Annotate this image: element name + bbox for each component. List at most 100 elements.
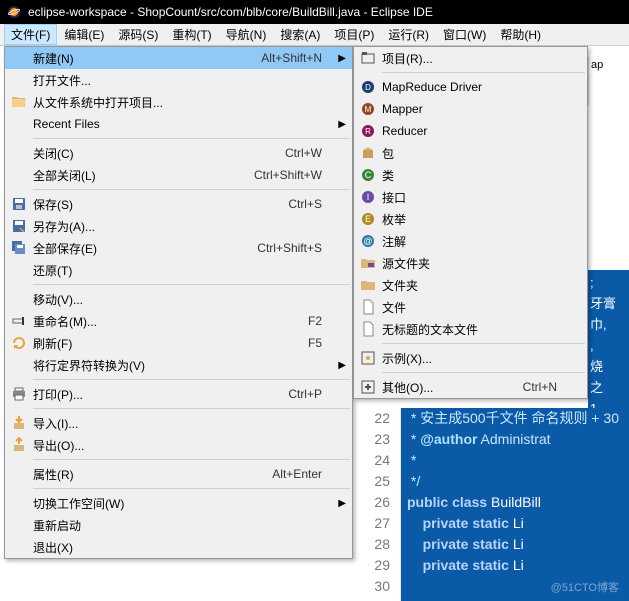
code-fragment-line: ; [590, 272, 627, 293]
code-line[interactable]: * @author Administrat [401, 429, 629, 450]
file-menu-separator [33, 189, 350, 190]
code-lines[interactable]: * 安主成500千文件 命名规则 + 30 * @author Administ… [401, 408, 629, 601]
svg-text:D: D [365, 83, 371, 92]
menu-item-shortcut: Ctrl+Shift+S [257, 241, 328, 255]
code-line[interactable]: private static Li [401, 513, 629, 534]
other-icon [356, 376, 380, 398]
code-fragment-line: 巾, [590, 314, 627, 335]
file-menu-item-20[interactable]: 导入(I)... [5, 412, 352, 434]
save-icon [7, 193, 31, 215]
file-menu-item-0[interactable]: 新建(N)Alt+Shift+N▶ [5, 47, 352, 69]
new-submenu-item-5[interactable]: 包 [354, 142, 587, 164]
menubar-item-0[interactable]: 文件(F) [4, 24, 57, 45]
menubar-item-4[interactable]: 导航(N) [219, 24, 274, 45]
blank-icon [7, 259, 31, 281]
file-menu-separator [33, 379, 350, 380]
menubar-item-7[interactable]: 运行(R) [381, 24, 436, 45]
enum-icon: E [356, 208, 380, 230]
file-menu-item-8[interactable]: 保存(S)Ctrl+S [5, 193, 352, 215]
new-submenu-item-0[interactable]: 项目(R)... [354, 47, 587, 69]
code-fragment-right: ;牙膏巾,,烧之1 [588, 270, 629, 408]
new-submenu-item-12[interactable]: 文件 [354, 296, 587, 318]
file-menu-item-9[interactable]: 另存为(A)... [5, 215, 352, 237]
menu-item-label: 项目(R)... [380, 50, 563, 67]
blank-icon [7, 536, 31, 558]
menubar-item-5[interactable]: 搜索(A) [273, 24, 327, 45]
file-menu-item-18[interactable]: 打印(P)...Ctrl+P [5, 383, 352, 405]
new-submenu-item-17[interactable]: 其他(O)...Ctrl+N [354, 376, 587, 398]
file-menu-item-10[interactable]: 全部保存(E)Ctrl+Shift+S [5, 237, 352, 259]
menu-item-label: 重新启动 [31, 517, 328, 534]
file-menu-item-3[interactable]: Recent Files▶ [5, 113, 352, 135]
menubar-item-8[interactable]: 窗口(W) [436, 24, 493, 45]
file-icon [356, 296, 380, 318]
submenu-arrow-icon: ▶ [338, 360, 346, 371]
menubar-item-2[interactable]: 源码(S) [111, 24, 165, 45]
save-as-icon [7, 215, 31, 237]
menu-item-label: 全部关闭(L) [31, 167, 254, 184]
save-all-icon [7, 237, 31, 259]
folder-icon [356, 274, 380, 296]
file-menu: 新建(N)Alt+Shift+N▶打开文件...从文件系统中打开项目...Rec… [4, 46, 353, 559]
file-menu-item-2[interactable]: 从文件系统中打开项目... [5, 91, 352, 113]
new-submenu-item-9[interactable]: @注解 [354, 230, 587, 252]
refresh-icon [7, 332, 31, 354]
menubar-item-1[interactable]: 编辑(E) [57, 24, 111, 45]
menu-item-label: 包 [380, 145, 563, 162]
file-menu-item-16[interactable]: 将行定界符转换为(V)▶ [5, 354, 352, 376]
new-submenu-item-8[interactable]: E枚举 [354, 208, 587, 230]
menu-item-shortcut: F2 [308, 314, 328, 328]
source-folder-icon [356, 252, 380, 274]
new-submenu-separator [382, 372, 585, 373]
file-menu-item-6[interactable]: 全部关闭(L)Ctrl+Shift+W [5, 164, 352, 186]
eclipse-logo-icon [6, 4, 22, 20]
menubar-item-3[interactable]: 重构(T) [165, 24, 218, 45]
menu-item-label: Recent Files [31, 117, 328, 131]
code-editor[interactable]: 222324252627282930 * 安主成500千文件 命名规则 + 30… [353, 408, 629, 601]
file-menu-item-13[interactable]: 移动(V)... [5, 288, 352, 310]
editor-tab-partial: ap [588, 57, 629, 105]
new-submenu-item-2[interactable]: DMapReduce Driver [354, 76, 587, 98]
new-submenu-item-6[interactable]: C类 [354, 164, 587, 186]
file-menu-item-25[interactable]: 切换工作空间(W)▶ [5, 492, 352, 514]
menu-item-label: 刷新(F) [31, 335, 308, 352]
menu-item-label: 退出(X) [31, 539, 328, 556]
line-number: 25 [353, 471, 390, 492]
file-menu-item-14[interactable]: 重命名(M)...F2 [5, 310, 352, 332]
file-menu-item-11[interactable]: 还原(T) [5, 259, 352, 281]
new-submenu-item-4[interactable]: RReducer [354, 120, 587, 142]
new-submenu-item-10[interactable]: 源文件夹 [354, 252, 587, 274]
menu-item-label: 关闭(C) [31, 145, 285, 162]
new-submenu-item-15[interactable]: 示例(X)... [354, 347, 587, 369]
file-menu-item-26[interactable]: 重新启动 [5, 514, 352, 536]
menubar-item-9[interactable]: 帮助(H) [493, 24, 548, 45]
svg-text:I: I [367, 192, 370, 202]
code-line[interactable]: * 安主成500千文件 命名规则 + 30 [401, 408, 629, 429]
new-submenu-item-11[interactable]: 文件夹 [354, 274, 587, 296]
file-menu-item-15[interactable]: 刷新(F)F5 [5, 332, 352, 354]
menu-item-label: 接口 [380, 189, 563, 206]
file-menu-item-5[interactable]: 关闭(C)Ctrl+W [5, 142, 352, 164]
blank-icon [7, 463, 31, 485]
new-submenu-item-13[interactable]: 无标题的文本文件 [354, 318, 587, 340]
code-line[interactable]: private static Li [401, 534, 629, 555]
file-menu-item-1[interactable]: 打开文件... [5, 69, 352, 91]
code-line[interactable]: * [401, 450, 629, 471]
menubar: 文件(F)编辑(E)源码(S)重构(T)导航(N)搜索(A)项目(P)运行(R)… [0, 24, 629, 46]
menubar-item-6[interactable]: 项目(P) [327, 24, 381, 45]
code-line[interactable]: */ [401, 471, 629, 492]
file-menu-item-27[interactable]: 退出(X) [5, 536, 352, 558]
svg-text:C: C [365, 170, 372, 180]
annotation-icon: @ [356, 230, 380, 252]
menu-item-label: 文件 [380, 299, 563, 316]
code-line[interactable]: private static Li [401, 555, 629, 576]
file-menu-item-23[interactable]: 属性(R)Alt+Enter [5, 463, 352, 485]
blank-icon [7, 164, 31, 186]
new-submenu-item-7[interactable]: I 接口 [354, 186, 587, 208]
menu-item-label: 打开文件... [31, 72, 328, 89]
file-menu-item-21[interactable]: 导出(O)... [5, 434, 352, 456]
mapper-icon: M [356, 98, 380, 120]
code-line[interactable]: public class BuildBill [401, 492, 629, 513]
menu-item-shortcut: Ctrl+N [523, 380, 563, 394]
new-submenu-item-3[interactable]: MMapper [354, 98, 587, 120]
